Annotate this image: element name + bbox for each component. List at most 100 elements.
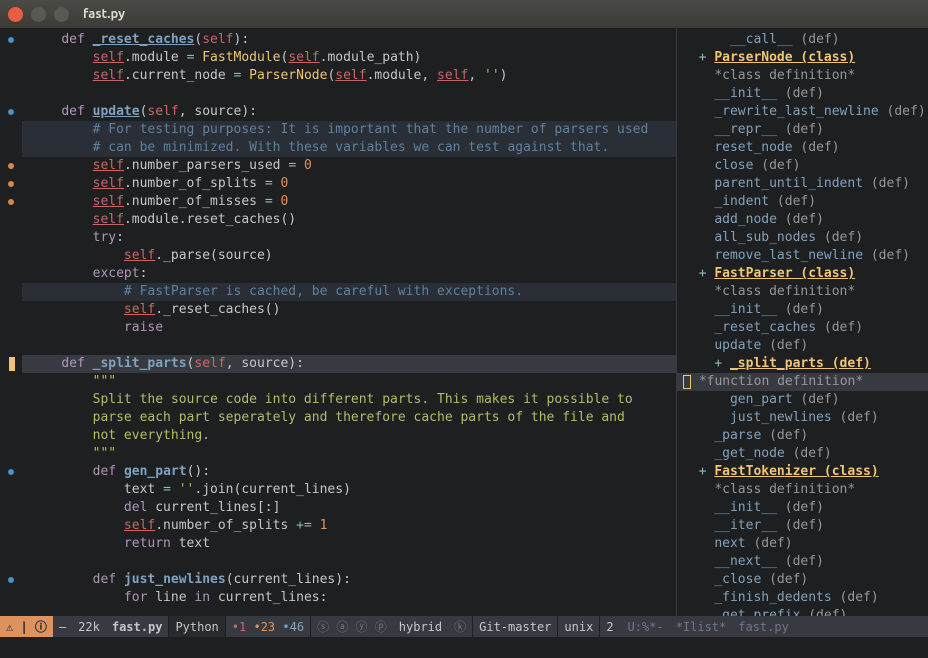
code-line[interactable]: for line in current_lines: [22, 589, 676, 607]
window-close-icon[interactable] [8, 7, 23, 22]
code-line[interactable]: try: [22, 229, 676, 247]
outline-item[interactable]: __init__ (def) [677, 85, 928, 103]
modeline-hybrid: hybrid [393, 616, 448, 637]
outline-item[interactable]: all_sub_nodes (def) [677, 229, 928, 247]
outline-item[interactable]: __next__ (def) [677, 553, 928, 571]
modeline-warn-badge[interactable]: ⚠ | ⓘ [0, 616, 53, 637]
code-line[interactable]: def update(self, source): [22, 103, 676, 121]
outline-item[interactable]: _parse (def) [677, 427, 928, 445]
code-line[interactable]: del current_lines[:] [22, 499, 676, 517]
window-minimize-icon[interactable] [31, 7, 46, 22]
outline-item[interactable]: reset_node (def) [677, 139, 928, 157]
gutter-marker [0, 247, 22, 265]
outline-pane[interactable]: __call__ (def) + ParserNode (class) *cla… [676, 28, 928, 616]
outline-item[interactable]: *function definition* [677, 373, 928, 391]
gutter-marker [0, 517, 22, 535]
outline-item[interactable]: *class definition* [677, 67, 928, 85]
code-line[interactable]: self.number_parsers_used = 0 [22, 157, 676, 175]
outline-item[interactable]: __repr__ (def) [677, 121, 928, 139]
code-line[interactable] [22, 85, 676, 103]
outline-item[interactable]: + ParserNode (class) [677, 49, 928, 67]
code-line[interactable]: # For testing purposes: It is important … [22, 121, 676, 139]
outline-item[interactable]: + _split_parts (def) [677, 355, 928, 373]
code-line[interactable]: parse each part seperately and therefore… [22, 409, 676, 427]
outline-item[interactable]: gen_part (def) [677, 391, 928, 409]
minibuffer[interactable] [0, 637, 928, 658]
code-line[interactable]: text = ''.join(current_lines) [22, 481, 676, 499]
editor-pane[interactable]: def _reset_caches(self): self.module = F… [0, 28, 676, 616]
outline-item[interactable]: close (def) [677, 157, 928, 175]
code-line[interactable]: self.module.reset_caches() [22, 211, 676, 229]
code-line[interactable]: def just_newlines(current_lines): [22, 571, 676, 589]
code-line[interactable]: except: [22, 265, 676, 283]
modeline-git[interactable]: Git-master [472, 616, 557, 637]
outline-item[interactable]: remove_last_newline (def) [677, 247, 928, 265]
modeline-flycheck[interactable]: •1 •23 •46 [225, 616, 310, 637]
gutter-marker [0, 49, 22, 67]
code-line[interactable]: raise [22, 319, 676, 337]
outline-item[interactable]: next (def) [677, 535, 928, 553]
modeline-filename: fast.py [106, 616, 169, 637]
outline-item[interactable]: _reset_caches (def) [677, 319, 928, 337]
outline-item[interactable]: _finish_dedents (def) [677, 589, 928, 607]
code-line[interactable]: self.number_of_splits += 1 [22, 517, 676, 535]
code-line[interactable]: def _reset_caches(self): [22, 31, 676, 49]
code-line[interactable]: self.current_node = ParserNode(self.modu… [22, 67, 676, 85]
outline-item[interactable]: parent_until_indent (def) [677, 175, 928, 193]
outline-item[interactable]: update (def) [677, 337, 928, 355]
gutter-marker [0, 445, 22, 463]
code-line[interactable]: self._parse(source) [22, 247, 676, 265]
outline-item[interactable]: _indent (def) [677, 193, 928, 211]
outline-item[interactable]: + FastParser (class) [677, 265, 928, 283]
code-line[interactable]: Split the source code into different par… [22, 391, 676, 409]
gutter-marker [0, 409, 22, 427]
code-line[interactable]: def gen_part(): [22, 463, 676, 481]
gutter-marker [0, 571, 22, 589]
code-line[interactable]: """ [22, 373, 676, 391]
gutter-marker [0, 283, 22, 301]
window-title: fast.py [83, 7, 125, 21]
code-line[interactable]: def _split_parts(self, source): [22, 355, 676, 373]
outline-item[interactable]: *class definition* [677, 481, 928, 499]
code-line[interactable]: not everything. [22, 427, 676, 445]
modeline-right-mode: *Ilist* [670, 616, 733, 637]
outline-item[interactable]: __init__ (def) [677, 301, 928, 319]
code-area[interactable]: def _reset_caches(self): self.module = F… [22, 28, 676, 616]
code-line[interactable]: self.number_of_misses = 0 [22, 193, 676, 211]
gutter-marker [0, 229, 22, 247]
code-line[interactable] [22, 553, 676, 571]
window-maximize-icon[interactable] [54, 7, 69, 22]
code-line[interactable]: # can be minimized. With these variables… [22, 139, 676, 157]
outline-item[interactable]: _close (def) [677, 571, 928, 589]
code-line[interactable]: self.number_of_splits = 0 [22, 175, 676, 193]
outline-item[interactable]: + FastTokenizer (class) [677, 463, 928, 481]
code-line[interactable]: """ [22, 445, 676, 463]
gutter-marker [0, 481, 22, 499]
gutter-marker [0, 301, 22, 319]
gutter [0, 28, 22, 616]
outline-item[interactable]: __iter__ (def) [677, 517, 928, 535]
gutter-marker [0, 463, 22, 481]
gutter-marker [0, 175, 22, 193]
gutter-marker [0, 67, 22, 85]
code-line[interactable]: return text [22, 535, 676, 553]
outline-item[interactable]: _get_node (def) [677, 445, 928, 463]
outline-item[interactable]: _rewrite_last_newline (def) [677, 103, 928, 121]
gutter-marker [0, 121, 22, 139]
code-line[interactable]: self._reset_caches() [22, 301, 676, 319]
gutter-marker [0, 157, 22, 175]
outline-item[interactable]: just_newlines (def) [677, 409, 928, 427]
code-line[interactable] [22, 337, 676, 355]
outline-item[interactable]: add_node (def) [677, 211, 928, 229]
modeline-minor-2: ⓚ [448, 616, 472, 637]
modeline-major-mode[interactable]: Python [168, 616, 224, 637]
code-line[interactable]: # FastParser is cached, be careful with … [22, 283, 676, 301]
outline-item[interactable]: *class definition* [677, 283, 928, 301]
code-line[interactable]: self.module = FastModule(self.module_pat… [22, 49, 676, 67]
modeline-size: 22k [72, 616, 106, 637]
gutter-marker [0, 535, 22, 553]
gutter-marker [0, 139, 22, 157]
outline-item[interactable]: __call__ (def) [677, 31, 928, 49]
outline-item[interactable]: __init__ (def) [677, 499, 928, 517]
outline-item[interactable]: _get_prefix (def) [677, 607, 928, 616]
